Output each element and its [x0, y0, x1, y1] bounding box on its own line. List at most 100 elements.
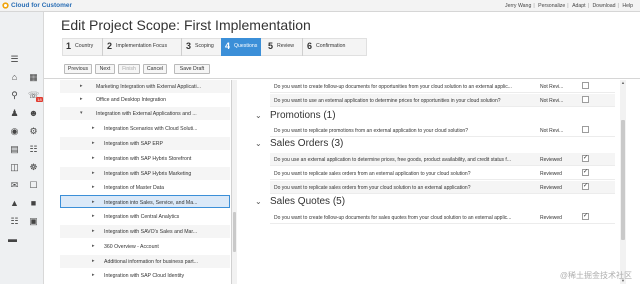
tree-item[interactable]: ▸ 360 Overview - Account: [60, 240, 230, 253]
reports-icon[interactable]: ☷: [28, 144, 39, 154]
help-link[interactable]: Help: [620, 3, 635, 9]
tree-item-label: Marketing Integration with External Appl…: [96, 84, 201, 90]
cart-icon[interactable]: ◫: [9, 162, 20, 172]
collapsed-arrow-icon[interactable]: ▸: [92, 184, 95, 190]
tree-item[interactable]: ▸ Office and Desktop Integration: [60, 93, 230, 106]
tree-item-label: Integration with SAVO's Sales and Mar...: [104, 229, 198, 235]
library-icon[interactable]: ☷: [9, 216, 20, 226]
question-checkbox[interactable]: [582, 96, 589, 103]
question-row[interactable]: Do you want to create follow-up document…: [270, 80, 615, 93]
step-number: 2: [107, 41, 113, 51]
analytics-icon[interactable]: ▲: [9, 198, 20, 208]
collapsed-arrow-icon[interactable]: ▸: [92, 258, 95, 264]
questions-scrollbar-thumb[interactable]: [621, 120, 625, 240]
user-name-link[interactable]: Jerry Wang: [503, 3, 533, 9]
tree-item-label: Integration with External Applications a…: [96, 111, 197, 117]
question-checkbox[interactable]: [582, 212, 589, 220]
tree-item[interactable]: ▸ Integration with SAP Cloud Identity: [60, 269, 230, 282]
wizard-step-country[interactable]: 1 Country: [62, 38, 102, 56]
collapsed-arrow-icon[interactable]: ▸: [80, 83, 83, 89]
tree-item[interactable]: ▸ Integration with SAP Hybris Storefront: [60, 152, 230, 165]
tree-item[interactable]: ▾ Integration with External Applications…: [60, 107, 230, 120]
adapt-link[interactable]: Adapt: [570, 3, 588, 9]
tree-item[interactable]: ▸ Integration Scenarios with Cloud Solut…: [60, 122, 230, 135]
question-row[interactable]: Do you want to replicate sales orders fr…: [270, 167, 615, 180]
collapsed-arrow-icon[interactable]: ▸: [92, 125, 95, 131]
question-checkbox[interactable]: [582, 154, 589, 162]
question-row[interactable]: Do you use an external application to de…: [270, 153, 615, 166]
tree-item[interactable]: ▸ Marketing Integration with External Ap…: [60, 80, 230, 93]
account-icon[interactable]: ☻: [28, 108, 39, 118]
document-icon[interactable]: ▤: [9, 144, 20, 154]
step-number: 4: [225, 41, 231, 51]
tree-scrollbar-thumb[interactable]: [233, 212, 236, 252]
question-checkbox[interactable]: [582, 182, 589, 190]
expand-chevron-icon[interactable]: ⌄: [255, 139, 262, 148]
package-icon[interactable]: ▣: [28, 216, 39, 226]
collapsed-arrow-icon[interactable]: ▸: [92, 228, 95, 234]
wizard-step-confirmation[interactable]: 6 Confirmation: [303, 38, 361, 56]
menu-icon[interactable]: ☰: [9, 54, 20, 64]
products-icon[interactable]: ■: [28, 198, 39, 208]
step-label: Implementation Focus: [116, 43, 168, 49]
question-checkbox[interactable]: [582, 126, 589, 133]
question-row[interactable]: Do you want to replicate promotions from…: [270, 124, 615, 137]
tree-item[interactable]: ▸ Integration with SAVO's Sales and Mar.…: [60, 225, 230, 238]
section-title: Sales Quotes (5): [270, 196, 346, 207]
question-row[interactable]: Do you want to create follow-up document…: [270, 211, 615, 224]
search-icon[interactable]: ⚲: [9, 90, 20, 100]
save-draft-button[interactable]: Save Draft: [174, 64, 210, 74]
scroll-up-icon[interactable]: ▲: [620, 80, 626, 86]
wizard-step-implementation-focus[interactable]: 2 Implementation Focus: [103, 38, 181, 56]
wizard-step-questions[interactable]: 4 Questions: [221, 38, 261, 56]
next-button[interactable]: Next: [95, 64, 115, 74]
wizard-step-scoping[interactable]: 3 Scoping: [182, 38, 220, 56]
question-checkbox[interactable]: [582, 82, 589, 89]
home-icon[interactable]: ⌂: [9, 72, 20, 82]
download-link[interactable]: Download: [590, 3, 617, 9]
expanded-arrow-icon[interactable]: ▾: [80, 110, 83, 116]
question-status: Not Revi...: [540, 84, 564, 90]
expand-chevron-icon[interactable]: ⌄: [255, 111, 262, 120]
question-text: Do you use an external application to de…: [274, 157, 511, 163]
expand-chevron-icon[interactable]: ⌄: [255, 197, 262, 206]
tasks-icon[interactable]: ☐: [28, 180, 39, 190]
collapsed-arrow-icon[interactable]: ▸: [92, 199, 95, 205]
admin-icon[interactable]: ☸: [28, 162, 39, 172]
top-links: Jerry Wang | Personalize | Adapt | Download…: [503, 2, 635, 9]
car-icon[interactable]: ▬: [7, 234, 18, 244]
tree-item[interactable]: ▸ Additional information for business pa…: [60, 255, 230, 268]
collapsed-arrow-icon[interactable]: ▸: [92, 213, 95, 219]
tree-item-label: Additional information for business part…: [104, 259, 199, 265]
calendar-icon[interactable]: ▦: [28, 72, 39, 82]
collapsed-arrow-icon[interactable]: ▸: [92, 243, 95, 249]
tree-item[interactable]: ▸ Integration with Central Analytics: [60, 210, 230, 223]
previous-button[interactable]: Previous: [64, 64, 92, 74]
service-icon[interactable]: ⚙: [28, 126, 39, 136]
wizard-step-review[interactable]: 5 Review: [264, 38, 302, 56]
question-text: Do you want to replicate sales orders fr…: [274, 171, 471, 177]
sales-icon[interactable]: ◉: [9, 126, 20, 136]
collapsed-arrow-icon[interactable]: ▸: [80, 96, 83, 102]
collapsed-arrow-icon[interactable]: ▸: [92, 170, 95, 176]
tree-item[interactable]: ▸ Integration with SAP Hybris Marketing: [60, 167, 230, 180]
step-label: Questions: [234, 43, 258, 49]
personalize-link[interactable]: Personalize: [536, 3, 567, 9]
tree-item-label: Office and Desktop Integration: [96, 97, 166, 103]
mail-icon[interactable]: ✉: [9, 180, 20, 190]
finish-button[interactable]: Finish: [118, 64, 140, 74]
tree-item-selected[interactable]: ▸ Integration into Sales, Service, and M…: [60, 195, 230, 208]
collapsed-arrow-icon[interactable]: ▸: [92, 140, 95, 146]
collapsed-arrow-icon[interactable]: ▸: [92, 272, 95, 278]
cancel-button[interactable]: Cancel: [143, 64, 167, 74]
people-icon[interactable]: ♟: [9, 108, 20, 118]
tree-item[interactable]: ▸ Integration of Master Data: [60, 181, 230, 194]
question-row[interactable]: Do you want to use an external applicati…: [270, 94, 615, 107]
question-row[interactable]: Do you want to replicate sales orders fr…: [270, 181, 615, 194]
tree-item[interactable]: ▸ Integration with SAP ERP: [60, 137, 230, 150]
question-checkbox[interactable]: [582, 168, 589, 176]
collapsed-arrow-icon[interactable]: ▸: [92, 155, 95, 161]
tree-scrollbar[interactable]: [232, 80, 237, 284]
questions-scrollbar[interactable]: ▲ ▼: [620, 80, 626, 284]
step-number: 5: [268, 41, 274, 51]
